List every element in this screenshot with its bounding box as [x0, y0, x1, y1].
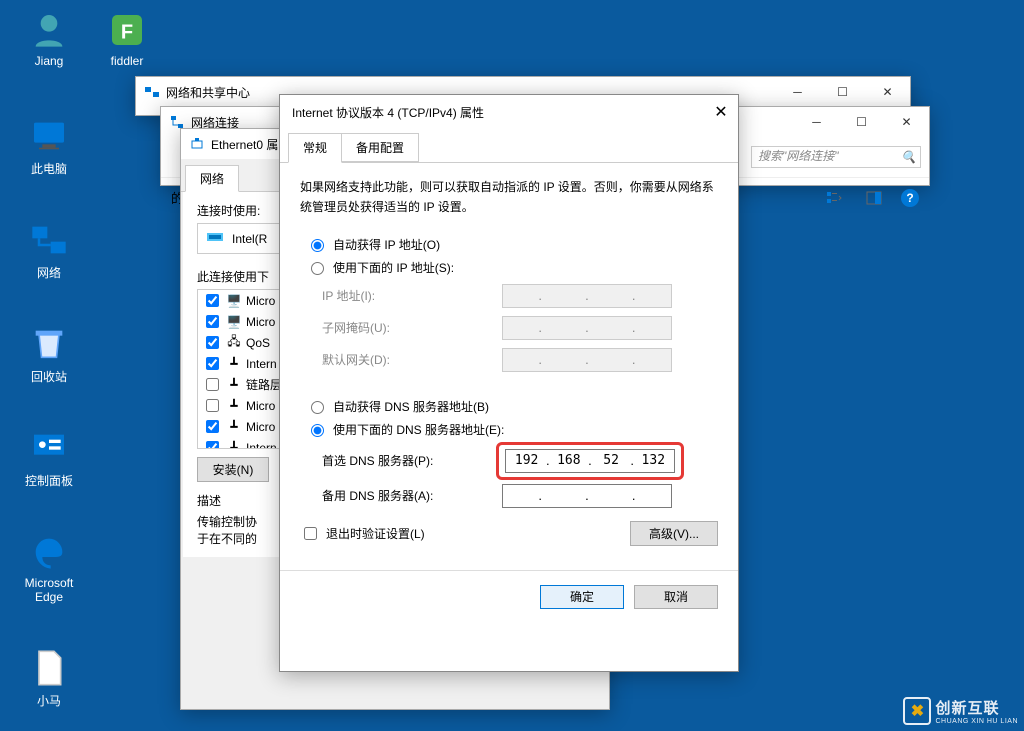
protocol-icon: ┻ [226, 419, 242, 435]
file-icon [29, 648, 69, 688]
radio-auto-ip-input[interactable] [311, 239, 324, 252]
subnet-mask-label: 子网掩码(U): [322, 319, 502, 336]
ip-address-field: ... [502, 284, 672, 308]
edge-icon [29, 532, 69, 572]
preferred-dns-field[interactable]: . . . [505, 449, 675, 473]
item-checkbox[interactable] [206, 336, 219, 349]
tab-general[interactable]: 常规 [288, 133, 342, 163]
user-icon [29, 10, 69, 50]
tab-network[interactable]: 网络 [185, 165, 239, 192]
maximize-button[interactable]: ☐ [820, 77, 865, 107]
network-center-icon [144, 84, 160, 100]
search-placeholder: 搜索"网络连接" [758, 149, 839, 163]
desktop-icon-thispc[interactable]: 此电脑 [12, 116, 86, 177]
radio-manual-ip-input[interactable] [311, 262, 324, 275]
gateway-field: ... [502, 348, 672, 372]
computer-icon [29, 116, 69, 156]
watermark-brand: 创新互联 [935, 697, 1018, 718]
radio-manual-dns[interactable]: 使用下面的 DNS 服务器地址(E): [306, 421, 718, 438]
tab-alternate[interactable]: 备用配置 [341, 133, 419, 162]
item-checkbox[interactable] [206, 315, 219, 328]
preview-button[interactable] [861, 187, 887, 209]
search-box[interactable]: 搜索"网络连接" 🔍 [751, 146, 921, 168]
recycle-bin-icon [29, 324, 69, 364]
close-button[interactable]: ✕ [704, 95, 738, 129]
validate-checkbox[interactable] [304, 527, 317, 540]
desktop-icon-label: 网络 [12, 264, 86, 281]
view-button[interactable] [821, 187, 847, 209]
protocol-icon: ┻ [226, 398, 242, 414]
protocol-icon: ┻ [226, 356, 242, 372]
install-button[interactable]: 安装(N) [197, 457, 269, 482]
desktop-icon-edge[interactable]: Microsoft Edge [12, 532, 86, 605]
control-panel-icon [29, 428, 69, 468]
help-button[interactable]: ? [901, 189, 919, 207]
alternate-dns-label: 备用 DNS 服务器(A): [322, 487, 502, 504]
desktop-icon-user[interactable]: Jiang [12, 10, 86, 68]
dialog-title: Internet 协议版本 4 (TCP/IPv4) 属性 [292, 104, 704, 121]
close-button[interactable]: ✕ [865, 77, 910, 107]
service-icon: 🖥️ [226, 314, 242, 330]
ip-address-label: IP 地址(I): [322, 287, 502, 304]
desktop-icon-label: 此电脑 [12, 160, 86, 177]
radio-auto-dns-input[interactable] [311, 401, 324, 414]
minimize-button[interactable]: ─ [775, 77, 820, 107]
desktop-icon-recycle[interactable]: 回收站 [12, 324, 86, 385]
info-text: 如果网络支持此功能，则可以获取自动指派的 IP 设置。否则，你需要从网络系统管理… [300, 177, 718, 218]
radio-manual-ip[interactable]: 使用下面的 IP 地址(S): [306, 259, 718, 276]
item-checkbox[interactable] [206, 378, 219, 391]
radio-auto-dns[interactable]: 自动获得 DNS 服务器地址(B) [306, 398, 718, 415]
adapter-name: Intel(R [232, 232, 267, 246]
search-icon: 🔍 [901, 150, 916, 164]
desktop-icon-controlpanel[interactable]: 控制面板 [12, 428, 86, 489]
desktop-icon-label: 控制面板 [12, 472, 86, 489]
alternate-dns-field[interactable]: ... [502, 484, 672, 508]
fiddler-icon: F [107, 10, 147, 50]
dns-seg[interactable] [553, 452, 585, 469]
advanced-button[interactable]: 高级(V)... [630, 521, 718, 546]
desktop-icon-label: Jiang [12, 54, 86, 68]
qos-icon: 🖧 [226, 335, 242, 351]
item-checkbox[interactable] [206, 399, 219, 412]
desktop-icon-label: Microsoft Edge [12, 576, 86, 605]
desktop-icon-network[interactable]: 网络 [12, 220, 86, 281]
adapter-icon [206, 230, 224, 247]
desktop-icon-label: fiddler [90, 54, 164, 68]
ethernet-icon [189, 136, 205, 152]
watermark: ✖ 创新互联 CHUANG XIN HU LIAN [903, 697, 1018, 725]
network-icon [29, 220, 69, 260]
minimize-button[interactable]: ─ [794, 107, 839, 137]
maximize-button[interactable]: ☐ [839, 107, 884, 137]
watermark-icon: ✖ [903, 697, 931, 725]
preferred-dns-label: 首选 DNS 服务器(P): [322, 452, 502, 469]
radio-manual-dns-input[interactable] [311, 424, 324, 437]
cancel-button[interactable]: 取消 [634, 585, 718, 609]
item-checkbox[interactable] [206, 441, 219, 449]
desktop-icon-label: 回收站 [12, 368, 86, 385]
item-checkbox[interactable] [206, 420, 219, 433]
svg-text:F: F [121, 21, 133, 43]
gateway-label: 默认网关(D): [322, 351, 502, 368]
highlight-annotation: . . . [496, 442, 684, 480]
item-checkbox[interactable] [206, 357, 219, 370]
desktop-icon-label: 小马 [12, 692, 86, 709]
desktop-icon-fiddler[interactable]: F fiddler [90, 10, 164, 68]
desktop-icon-file[interactable]: 小马 [12, 648, 86, 709]
subnet-mask-field: ... [502, 316, 672, 340]
dns-seg[interactable] [595, 452, 627, 469]
window-ipv4-properties: Internet 协议版本 4 (TCP/IPv4) 属性 ✕ 常规 备用配置 … [279, 94, 739, 672]
dns-seg[interactable] [511, 452, 543, 469]
radio-auto-ip[interactable]: 自动获得 IP 地址(O) [306, 236, 718, 253]
protocol-icon: ┻ [226, 377, 242, 393]
item-checkbox[interactable] [206, 294, 219, 307]
dns-seg[interactable] [637, 452, 669, 469]
close-button[interactable]: ✕ [884, 107, 929, 137]
protocol-icon: ┻ [226, 440, 242, 450]
watermark-sub: CHUANG XIN HU LIAN [935, 718, 1018, 725]
ok-button[interactable]: 确定 [540, 585, 624, 609]
client-icon: 🖥️ [226, 293, 242, 309]
